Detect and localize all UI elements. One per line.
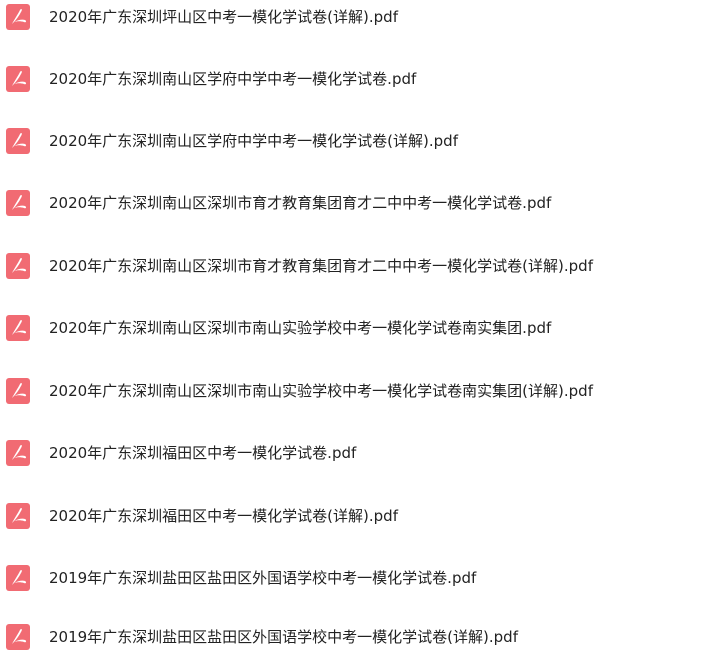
pdf-icon [5, 314, 31, 342]
file-name: 2020年广东深圳南山区深圳市南山实验学校中考一模化学试卷南实集团.pdf [49, 319, 552, 337]
file-row[interactable]: 2020年广东深圳福田区中考一模化学试卷.pdf [0, 433, 701, 473]
file-row[interactable]: 2019年广东深圳盐田区盐田区外国语学校中考一模化学试卷(详解).pdf [0, 617, 701, 657]
pdf-icon [5, 65, 31, 93]
pdf-icon [5, 564, 31, 592]
file-name: 2020年广东深圳南山区深圳市育才教育集团育才二中中考一模化学试卷.pdf [49, 194, 552, 212]
file-name: 2019年广东深圳盐田区盐田区外国语学校中考一模化学试卷.pdf [49, 569, 477, 587]
file-row[interactable]: 2019年广东深圳盐田区盐田区外国语学校中考一模化学试卷.pdf [0, 558, 701, 598]
file-name: 2019年广东深圳盐田区盐田区外国语学校中考一模化学试卷(详解).pdf [49, 628, 518, 646]
file-list: 2020年广东深圳坪山区中考一模化学试卷(详解).pdf 2020年广东深圳南山… [0, 0, 701, 657]
file-name: 2020年广东深圳南山区学府中学中考一模化学试卷(详解).pdf [49, 132, 458, 150]
pdf-icon [5, 502, 31, 530]
pdf-icon [5, 252, 31, 280]
file-row[interactable]: 2020年广东深圳南山区深圳市育才教育集团育才二中中考一模化学试卷(详解).pd… [0, 246, 701, 286]
file-row[interactable]: 2020年广东深圳福田区中考一模化学试卷(详解).pdf [0, 496, 701, 536]
pdf-icon [5, 3, 31, 31]
file-row[interactable]: 2020年广东深圳南山区学府中学中考一模化学试卷.pdf [0, 59, 701, 99]
file-name: 2020年广东深圳南山区深圳市南山实验学校中考一模化学试卷南实集团(详解).pd… [49, 382, 593, 400]
file-row[interactable]: 2020年广东深圳南山区学府中学中考一模化学试卷(详解).pdf [0, 121, 701, 161]
pdf-icon [5, 189, 31, 217]
file-row[interactable]: 2020年广东深圳坪山区中考一模化学试卷(详解).pdf [0, 0, 701, 37]
file-row[interactable]: 2020年广东深圳南山区深圳市育才教育集团育才二中中考一模化学试卷.pdf [0, 183, 701, 223]
pdf-icon [5, 377, 31, 405]
file-name: 2020年广东深圳福田区中考一模化学试卷(详解).pdf [49, 507, 398, 525]
file-name: 2020年广东深圳坪山区中考一模化学试卷(详解).pdf [49, 8, 398, 26]
pdf-icon [5, 439, 31, 467]
file-name: 2020年广东深圳福田区中考一模化学试卷.pdf [49, 444, 357, 462]
file-name: 2020年广东深圳南山区深圳市育才教育集团育才二中中考一模化学试卷(详解).pd… [49, 257, 593, 275]
pdf-icon [5, 127, 31, 155]
file-name: 2020年广东深圳南山区学府中学中考一模化学试卷.pdf [49, 70, 417, 88]
pdf-icon [5, 623, 31, 651]
file-row[interactable]: 2020年广东深圳南山区深圳市南山实验学校中考一模化学试卷南实集团(详解).pd… [0, 371, 701, 411]
file-row[interactable]: 2020年广东深圳南山区深圳市南山实验学校中考一模化学试卷南实集团.pdf [0, 308, 701, 348]
